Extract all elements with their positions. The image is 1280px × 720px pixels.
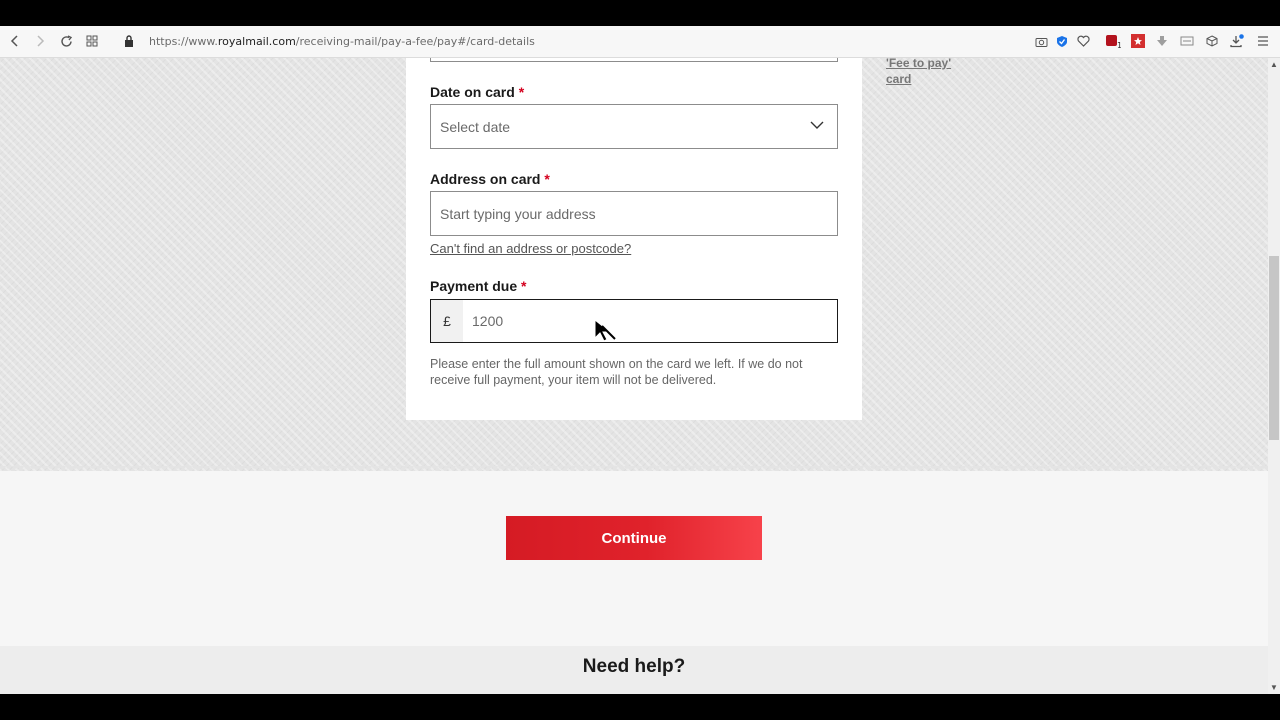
date-select[interactable]: Select date <box>430 104 838 149</box>
payment-due-input[interactable]: £ 1200 <box>430 299 838 343</box>
download-arrow-icon[interactable] <box>1154 33 1170 49</box>
continue-button[interactable]: Continue <box>506 516 762 560</box>
extension-badge: 1 <box>1117 41 1121 49</box>
back-icon[interactable] <box>7 33 23 49</box>
scrollbar-thumb[interactable] <box>1269 256 1279 440</box>
required-marker: * <box>521 278 527 294</box>
url-host: royalmail.com <box>217 35 296 48</box>
lock-icon <box>121 33 137 49</box>
required-marker: * <box>518 84 525 100</box>
payment-due-label-text: Payment due <box>430 278 518 294</box>
url-prefix: https://www. <box>149 35 218 48</box>
chevron-down-icon <box>809 117 825 133</box>
card-details-form: Date on card * Select date Address on ca… <box>406 58 862 420</box>
payment-due-value: 1200 <box>472 313 504 329</box>
address-on-card-label-text: Address on card <box>430 171 541 187</box>
need-help-section: Need help? <box>0 646 1268 694</box>
mouse-pointer-icon <box>593 318 619 344</box>
fee-to-pay-card-link[interactable]: 'Fee to pay' card <box>886 58 951 87</box>
extension-icon[interactable]: 1 <box>1105 33 1121 49</box>
speed-dial-icon[interactable] <box>84 33 100 49</box>
cube-icon[interactable] <box>1204 33 1220 49</box>
payment-due-label: Payment due * <box>430 278 526 294</box>
address-input-placeholder: Start typing your address <box>440 206 596 222</box>
address-input[interactable]: Start typing your address <box>430 191 838 236</box>
browser-toolbar: https://www.royalmail.com/receiving-mail… <box>0 26 1280 58</box>
required-marker: * <box>544 171 550 187</box>
currency-symbol: £ <box>431 300 463 342</box>
page-viewport: 'Fee to pay' card Date on card * Select … <box>0 58 1268 694</box>
camera-icon[interactable] <box>1033 33 1049 49</box>
fee-to-pay-card-link-line1: 'Fee to pay' <box>886 58 952 70</box>
date-on-card-label: Date on card * <box>430 84 524 100</box>
bookmark-icon[interactable] <box>1130 33 1146 49</box>
forward-icon[interactable] <box>32 33 48 49</box>
top-black-bar <box>0 0 1280 26</box>
fee-to-pay-card-link-line2: card <box>886 72 912 86</box>
payment-hint-text: Please enter the full amount shown on th… <box>430 357 803 387</box>
pattern-scalloped-edge <box>0 466 1268 472</box>
bottom-black-bar <box>0 694 1280 720</box>
date-select-placeholder: Select date <box>440 119 511 135</box>
downloads-icon[interactable] <box>1229 33 1245 49</box>
address-bar[interactable]: https://www.royalmail.com/receiving-mail… <box>149 35 535 48</box>
scroll-up-arrow-icon[interactable]: ▲ <box>1268 58 1280 72</box>
reload-icon[interactable] <box>58 33 74 49</box>
address-on-card-label: Address on card * <box>430 171 550 187</box>
previous-input-field[interactable] <box>430 58 838 62</box>
sun-icon[interactable] <box>1179 33 1195 49</box>
shield-icon[interactable] <box>1054 33 1070 49</box>
heart-icon[interactable] <box>1075 33 1091 49</box>
scroll-down-arrow-icon[interactable]: ▼ <box>1268 682 1280 694</box>
cant-find-address-link[interactable]: Can't find an address or postcode? <box>430 241 631 256</box>
need-help-title: Need help? <box>582 656 686 677</box>
date-on-card-label-text: Date on card <box>430 84 515 100</box>
url-path: /receiving-mail/pay-a-fee/pay#/card-deta… <box>295 35 535 48</box>
menu-icon[interactable] <box>1255 33 1271 49</box>
